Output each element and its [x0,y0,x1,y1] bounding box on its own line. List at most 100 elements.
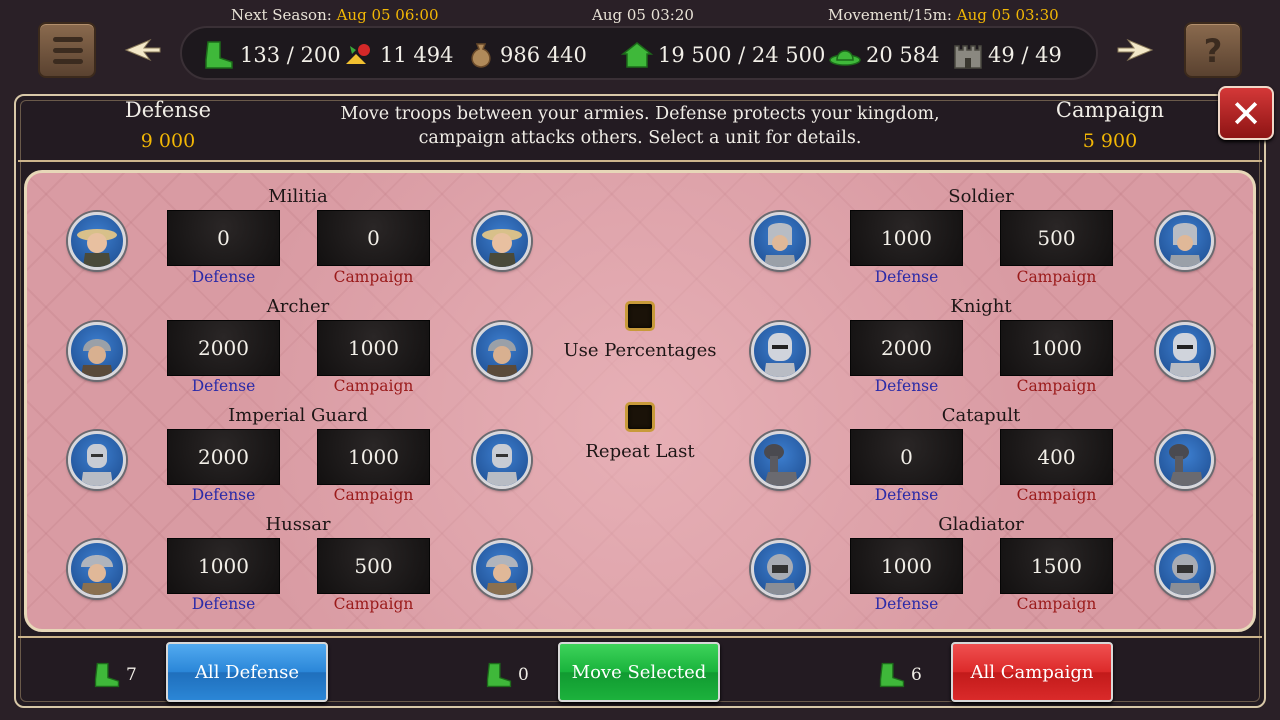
militia-defense-input[interactable]: 0 [167,210,280,266]
menu-button[interactable] [38,22,96,78]
move-selected-button[interactable]: Move Selected [558,642,720,702]
archer-portrait[interactable] [68,322,126,380]
arrow-right-icon[interactable] [1116,38,1154,62]
all-defense-button[interactable]: All Defense [166,642,328,702]
knight-icon [1169,333,1201,377]
militia-portrait[interactable] [68,212,126,270]
top-status-bar: Next Season: Aug 05 06:00 Aug 05 03:20 M… [0,6,1280,26]
unit-name-hussar: Hussar [265,514,331,535]
defense-label: Defense [874,268,939,286]
close-icon: ✕ [1230,92,1262,136]
imperial-guard-icon [486,444,518,486]
campaign-label: Campaign [1016,268,1097,286]
knight-icon [764,333,796,377]
soldier-defense-input[interactable]: 1000 [850,210,963,266]
archer-portrait-right[interactable] [473,322,531,380]
archer-campaign-input[interactable]: 1000 [317,320,430,376]
next-season: Next Season: Aug 05 06:00 [231,6,439,24]
knight-portrait-right[interactable] [1156,322,1214,380]
gladiator-defense-input[interactable]: 1000 [850,538,963,594]
soldier-portrait[interactable] [751,212,809,270]
gladiator-icon [1169,554,1201,595]
defense-label: Defense [874,377,939,395]
defense-header-label: Defense [124,98,212,122]
gladiator-portrait[interactable] [751,540,809,598]
help-button[interactable]: ? [1184,22,1242,78]
menu-icon-bar [53,48,83,53]
knight-defense-input[interactable]: 2000 [850,320,963,376]
knight-campaign-input[interactable]: 1000 [1000,320,1113,376]
campaign-header-label: Campaign [1055,98,1165,122]
hussar-campaign-input[interactable]: 500 [317,538,430,594]
divider [18,636,1262,638]
close-button[interactable]: ✕ [1218,86,1274,140]
militia-icon [482,229,522,267]
arrow-left-icon[interactable] [124,38,162,62]
menu-icon-bar [53,59,83,64]
current-time: Aug 05 03:20 [592,6,694,24]
resource-buildings: 49 / 49 [952,40,1062,70]
unit-name-gladiator: Gladiator [938,514,1024,535]
soldier-campaign-input[interactable]: 500 [1000,210,1113,266]
soldier-portrait-right[interactable] [1156,212,1214,270]
defense-label: Defense [191,486,256,504]
defense-label: Defense [874,595,939,613]
boot-icon [486,662,512,688]
catapult-portrait-right[interactable] [1156,431,1214,489]
archer-icon [81,339,113,377]
hussar-defense-input[interactable]: 1000 [167,538,280,594]
unit-name-archer: Archer [266,296,330,317]
food-icon [346,44,370,64]
archer-defense-input[interactable]: 2000 [167,320,280,376]
resource-food: 11 494 [342,40,453,70]
repeat-last-checkbox[interactable] [625,402,655,432]
resource-troops: 133 / 200 [202,40,341,70]
unit-name-imperial-guard: Imperial Guard [228,405,368,426]
knight-portrait[interactable] [751,322,809,380]
unit-name-knight: Knight [950,296,1012,317]
boot-icon [94,662,120,688]
dialog-description: Move troops between your armies. Defense… [340,104,940,148]
movement-timer: Movement/15m: Aug 05 03:30 [828,6,1059,24]
catapult-icon [1169,444,1203,486]
campaign-move-count: 6 [877,660,922,690]
archer-icon [486,339,518,377]
unit-name-soldier: Soldier [948,186,1014,207]
resource-population: 20 584 [828,40,939,70]
campaign-label: Campaign [1016,377,1097,395]
militia-portrait-right[interactable] [473,212,531,270]
gladiator-icon [764,554,796,595]
hussar-portrait-right[interactable] [473,540,531,598]
boot-icon [879,662,905,688]
repeat-last-label: Repeat Last [585,441,695,462]
castle-icon [954,45,982,69]
defense-label: Defense [191,268,256,286]
house-icon [620,42,654,68]
campaign-label: Campaign [333,486,414,504]
catapult-portrait[interactable] [751,431,809,489]
defense-label: Defense [191,377,256,395]
imperial-guard-defense-input[interactable]: 2000 [167,429,280,485]
imperial-guard-icon [81,444,113,486]
resource-gold: 986 440 [466,40,587,70]
imperial-guard-portrait-right[interactable] [473,431,531,489]
catapult-campaign-input[interactable]: 400 [1000,429,1113,485]
campaign-label: Campaign [1016,595,1097,613]
hussar-portrait[interactable] [68,540,126,598]
gladiator-portrait-right[interactable] [1156,540,1214,598]
defense-label: Defense [874,486,939,504]
all-campaign-button[interactable]: All Campaign [951,642,1113,702]
resource-housing: 19 500 / 24 500 [620,40,825,70]
boot-icon [205,41,233,69]
imperial-guard-portrait[interactable] [68,431,126,489]
unit-name-militia: Militia [268,186,328,207]
use-percentages-checkbox[interactable] [625,301,655,331]
catapult-defense-input[interactable]: 0 [850,429,963,485]
imperial-guard-campaign-input[interactable]: 1000 [317,429,430,485]
campaign-label: Campaign [333,268,414,286]
militia-icon [77,229,117,267]
selected-move-count: 0 [484,660,529,690]
militia-campaign-input[interactable]: 0 [317,210,430,266]
divider [18,160,1262,162]
gladiator-campaign-input[interactable]: 1500 [1000,538,1113,594]
